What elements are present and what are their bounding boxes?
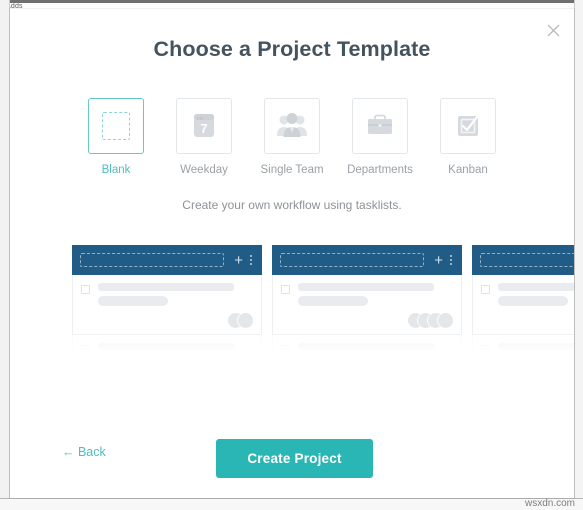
- task-card-partial[interactable]: [472, 335, 574, 357]
- template-option-kanban[interactable]: Kanban: [437, 98, 499, 176]
- board-preview: + +: [72, 245, 574, 357]
- column-header: +: [72, 245, 262, 275]
- task-checkbox[interactable]: [81, 285, 90, 294]
- watermark: wsxdn.com: [524, 498, 575, 509]
- template-label-departments: Departments: [347, 164, 413, 176]
- page-title: Choose a Project Template: [153, 37, 431, 61]
- calendar-icon: FRI 7: [194, 114, 214, 137]
- task-title-placeholder: [498, 343, 574, 351]
- task-card[interactable]: [272, 275, 462, 335]
- task-placeholder-lines: [298, 283, 453, 306]
- board-column: +: [72, 245, 262, 357]
- template-label-blank: Blank: [101, 164, 131, 176]
- template-label-weekday: Weekday: [180, 164, 228, 176]
- close-icon[interactable]: [542, 19, 564, 41]
- briefcase-icon: [368, 114, 392, 134]
- column-title-placeholder[interactable]: [480, 253, 574, 267]
- task-placeholder-lines: [498, 283, 574, 306]
- task-checkbox[interactable]: [281, 345, 290, 354]
- back-link[interactable]: ← Back: [62, 445, 106, 459]
- column-header: +: [472, 245, 574, 275]
- task-placeholder-lines: [98, 343, 253, 351]
- task-checkbox[interactable]: [481, 345, 490, 354]
- task-checkbox[interactable]: [81, 345, 90, 354]
- template-label-single-team: Single Team: [260, 164, 324, 176]
- task-title-placeholder: [98, 283, 235, 291]
- svg-text:7: 7: [200, 121, 207, 136]
- close-glyph: [547, 24, 559, 36]
- template-tile-kanban: [440, 98, 496, 154]
- task-card-partial[interactable]: [72, 335, 262, 357]
- task-meta-placeholder: [498, 296, 568, 306]
- template-description: Create your own workflow using tasklists…: [182, 198, 402, 212]
- assignee-avatars: [408, 313, 453, 328]
- template-tile-weekday: FRI 7: [176, 98, 232, 154]
- template-option-blank[interactable]: Blank: [85, 98, 147, 176]
- column-header: +: [272, 245, 462, 275]
- project-template-modal: Choose a Project Template Blank FRI 7 We…: [10, 9, 574, 498]
- template-tile-departments: [352, 98, 408, 154]
- task-card-partial[interactable]: [272, 335, 462, 357]
- task-title-placeholder: [298, 283, 435, 291]
- avatar: [238, 313, 253, 328]
- dashed-square-icon: [102, 112, 130, 140]
- task-card[interactable]: [472, 275, 574, 335]
- background-left-edge: [0, 0, 10, 498]
- task-checkbox[interactable]: [281, 285, 290, 294]
- template-option-single-team[interactable]: Single Team: [260, 98, 324, 176]
- task-meta-placeholder: [298, 296, 368, 306]
- column-menu-icon[interactable]: [250, 255, 252, 265]
- assignee-avatars: [228, 313, 253, 328]
- task-card[interactable]: [72, 275, 262, 335]
- task-checkbox[interactable]: [481, 285, 490, 294]
- add-task-icon[interactable]: +: [234, 253, 243, 268]
- modal-footer: ← Back Create Project: [10, 429, 574, 489]
- background-bottom-edge: [0, 498, 583, 510]
- template-option-departments[interactable]: Departments: [347, 98, 413, 176]
- task-title-placeholder: [98, 343, 235, 351]
- board-column: +: [472, 245, 574, 357]
- task-meta-placeholder: [98, 296, 168, 306]
- background-right-edge: [574, 0, 583, 498]
- task-placeholder-lines: [98, 283, 253, 306]
- task-title-placeholder: [498, 283, 574, 291]
- board-column: +: [272, 245, 462, 357]
- template-label-kanban: Kanban: [448, 164, 488, 176]
- template-tile-single-team: [264, 98, 320, 154]
- template-tile-blank: [88, 98, 144, 154]
- create-project-button[interactable]: Create Project: [216, 439, 373, 478]
- people-icon: [277, 113, 307, 137]
- checkbox-check-icon: [458, 115, 479, 136]
- add-task-icon[interactable]: +: [434, 253, 443, 268]
- board-columns: + +: [72, 245, 574, 357]
- column-title-placeholder[interactable]: [280, 253, 425, 267]
- task-title-placeholder: [298, 343, 435, 351]
- template-option-weekday[interactable]: FRI 7 Weekday: [173, 98, 235, 176]
- task-placeholder-lines: [498, 343, 574, 351]
- avatar: [438, 313, 453, 328]
- task-placeholder-lines: [298, 343, 453, 351]
- column-menu-icon[interactable]: [450, 255, 452, 265]
- column-title-placeholder[interactable]: [80, 253, 225, 267]
- template-list: Blank FRI 7 Weekday Single Team Departme…: [10, 98, 574, 176]
